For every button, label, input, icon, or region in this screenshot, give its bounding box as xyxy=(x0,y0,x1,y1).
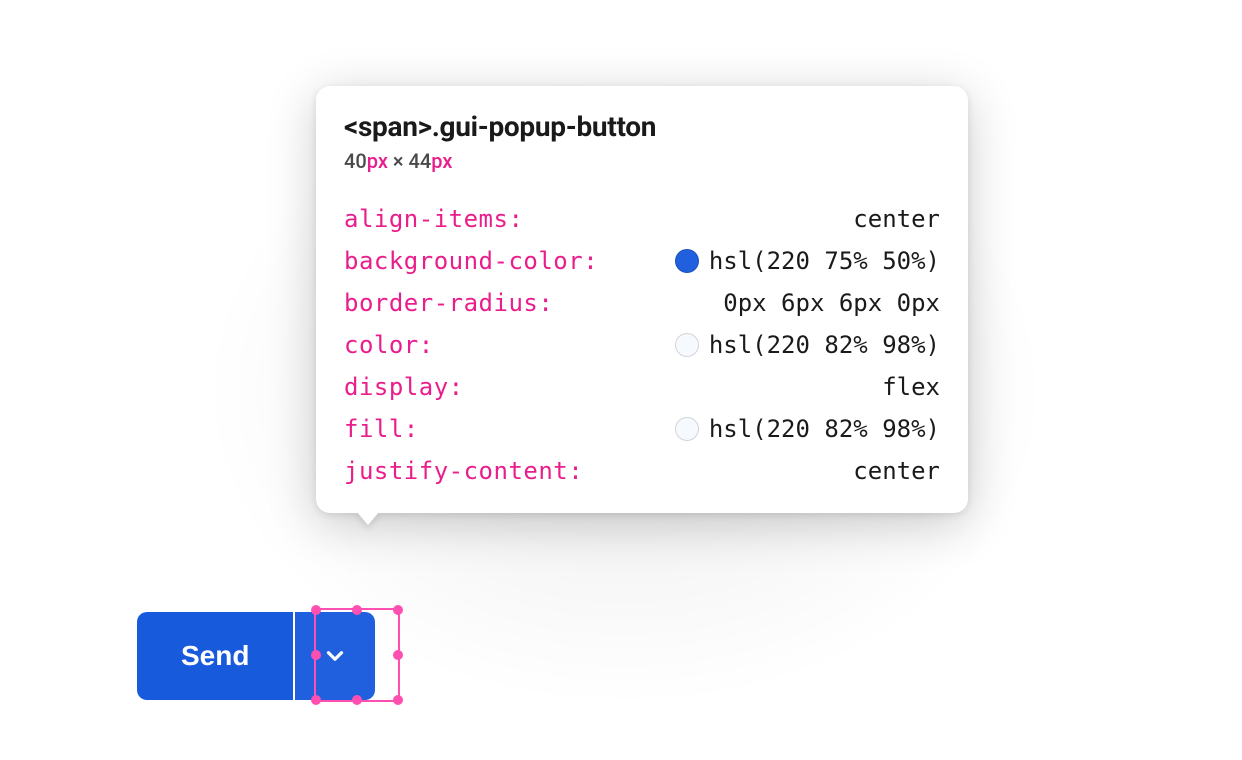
css-property-row: justify-content: center xyxy=(344,457,940,485)
css-property-value-wrap: center xyxy=(853,205,940,233)
css-property-name: background-color: xyxy=(344,247,598,275)
css-property-row: background-color: hsl(220 75% 50%) xyxy=(344,247,940,275)
css-property-value: hsl(220 75% 50%) xyxy=(709,247,940,275)
color-swatch-icon xyxy=(675,417,699,441)
send-button[interactable]: Send xyxy=(137,612,293,700)
height-unit: px xyxy=(431,149,452,173)
tooltip-arrow xyxy=(356,511,380,525)
send-button-label: Send xyxy=(181,640,249,672)
css-property-value: flex xyxy=(882,373,940,401)
element-dimensions: 40px × 44px xyxy=(344,149,940,173)
css-property-value-wrap: 0px 6px 6px 0px xyxy=(723,289,940,317)
height-value: 44 xyxy=(408,149,431,173)
css-property-row: border-radius: 0px 6px 6px 0px xyxy=(344,289,940,317)
popup-dropdown-button[interactable] xyxy=(295,612,375,700)
css-property-row: color: hsl(220 82% 98%) xyxy=(344,331,940,359)
css-property-value-wrap: center xyxy=(853,457,940,485)
css-property-value: center xyxy=(853,457,940,485)
css-property-value-wrap: flex xyxy=(882,373,940,401)
css-property-row: display: flex xyxy=(344,373,940,401)
css-inspector-tooltip: <span>.gui-popup-button 40px × 44px alig… xyxy=(316,86,968,513)
color-swatch-icon xyxy=(675,333,699,357)
css-property-name: justify-content: xyxy=(344,457,583,485)
css-property-value-wrap: hsl(220 82% 98%) xyxy=(675,331,940,359)
css-property-value: center xyxy=(853,205,940,233)
css-property-name: border-radius: xyxy=(344,289,553,317)
split-button-group: Send xyxy=(137,612,375,700)
chevron-down-icon xyxy=(322,643,348,669)
css-property-name: align-items: xyxy=(344,205,523,233)
css-property-value: hsl(220 82% 98%) xyxy=(709,331,940,359)
css-property-value-wrap: hsl(220 82% 98%) xyxy=(675,415,940,443)
dim-separator: × xyxy=(388,149,409,173)
css-property-value-wrap: hsl(220 75% 50%) xyxy=(675,247,940,275)
css-property-name: display: xyxy=(344,373,464,401)
tooltip-header: <span>.gui-popup-button 40px × 44px xyxy=(344,110,940,173)
width-unit: px xyxy=(367,149,388,173)
css-property-row: fill: hsl(220 82% 98%) xyxy=(344,415,940,443)
css-properties-list: align-items: center background-color: hsl(2… xyxy=(344,205,940,485)
color-swatch-icon xyxy=(675,249,699,273)
width-value: 40 xyxy=(344,149,367,173)
element-selector: <span>.gui-popup-button xyxy=(344,110,940,143)
css-property-value: hsl(220 82% 98%) xyxy=(709,415,940,443)
css-property-name: color: xyxy=(344,331,434,359)
css-property-value: 0px 6px 6px 0px xyxy=(723,289,940,317)
css-property-name: fill: xyxy=(344,415,419,443)
css-property-row: align-items: center xyxy=(344,205,940,233)
